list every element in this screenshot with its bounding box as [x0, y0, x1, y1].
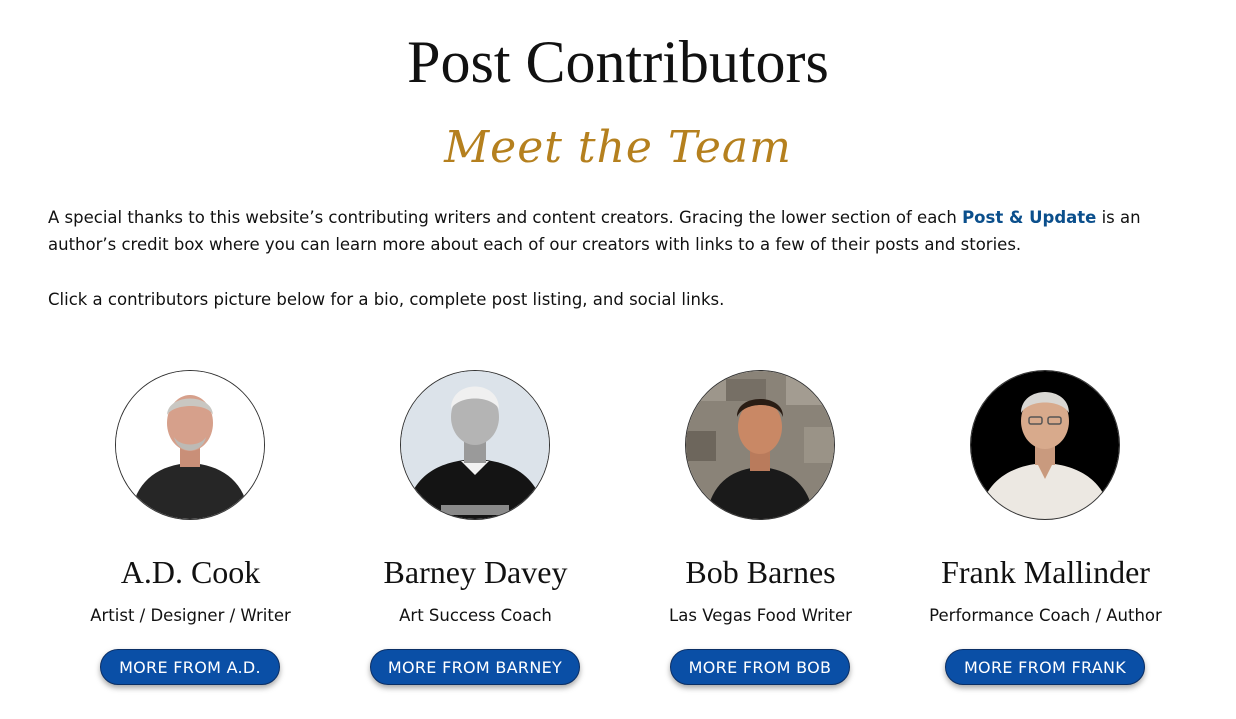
- contributor-card: Bob Barnes Las Vegas Food Writer MORE FR…: [618, 368, 903, 708]
- contributor-role: Art Success Coach: [399, 606, 552, 625]
- more-from-frank-button[interactable]: MORE FROM FRANK: [945, 649, 1145, 685]
- more-from-bob-button[interactable]: MORE FROM BOB: [670, 649, 850, 685]
- contributor-photo[interactable]: [970, 370, 1120, 520]
- portrait-image: [116, 371, 264, 519]
- instruction-text: Click a contributors picture below for a…: [48, 290, 725, 309]
- contributor-card: Barney Davey Art Success Coach MORE FROM…: [333, 368, 618, 708]
- contributor-name: A.D. Cook: [120, 554, 261, 590]
- contributor-photo[interactable]: [685, 370, 835, 520]
- contributor-name: Bob Barnes: [685, 554, 836, 590]
- more-from-ad-button[interactable]: MORE FROM A.D.: [100, 649, 280, 685]
- portrait-image: [401, 371, 549, 519]
- intro-text-start: A special thanks to this website’s contr…: [48, 208, 963, 227]
- contributor-photo[interactable]: [115, 370, 265, 520]
- contributor-name: Barney Davey: [383, 554, 568, 590]
- contributor-card: Frank Mallinder Performance Coach / Auth…: [903, 368, 1188, 708]
- portrait-image: [686, 371, 834, 519]
- contributor-card: A.D. Cook Artist / Designer / Writer MOR…: [48, 368, 333, 708]
- page-title: Post Contributors: [407, 29, 829, 95]
- page: Post Contributors Meet the Team A specia…: [0, 0, 1236, 719]
- contributor-role: Las Vegas Food Writer: [669, 606, 852, 625]
- contributor-name: Frank Mallinder: [941, 554, 1150, 590]
- contributor-photo[interactable]: [400, 370, 550, 520]
- contributor-role: Artist / Designer / Writer: [90, 606, 291, 625]
- intro-paragraph: A special thanks to this website’s contr…: [48, 204, 1198, 258]
- more-from-barney-button[interactable]: MORE FROM BARNEY: [370, 649, 580, 685]
- page-subtitle: Meet the Team: [444, 122, 792, 173]
- post-update-link[interactable]: Post & Update: [962, 208, 1096, 227]
- contributors-grid: A.D. Cook Artist / Designer / Writer MOR…: [48, 368, 1188, 708]
- contributor-role: Performance Coach / Author: [929, 606, 1162, 625]
- portrait-image: [971, 371, 1119, 519]
